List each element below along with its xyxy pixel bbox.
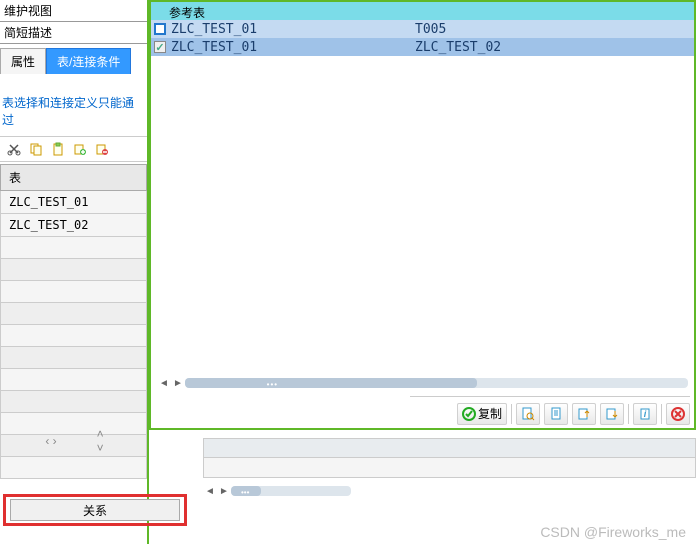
info-button[interactable]: i [633, 403, 657, 425]
info-text: 表选择和连接定义只能通过 [2, 94, 143, 128]
scrollbar-track[interactable]: ••• [231, 486, 351, 496]
cut-button[interactable] [4, 139, 24, 159]
checkbox-checked-icon: ✓ [154, 41, 166, 53]
dialog-horizontal-scrollbar[interactable]: ◄ ► ••• [157, 376, 688, 390]
scroll-left-icon[interactable]: ‹ › [45, 434, 56, 448]
sort-asc-button[interactable] [572, 403, 596, 425]
delete-row-icon [95, 142, 109, 156]
empty-row [0, 281, 147, 303]
scroll-up-down-icon[interactable]: ˄˅ [97, 427, 104, 455]
scrollbar-thumb[interactable]: ••• [231, 486, 261, 496]
sort-desc-icon [605, 407, 619, 421]
watermark: CSDN @Fireworks_me [540, 524, 686, 540]
scroll-left-icon[interactable]: ◄ [157, 376, 171, 390]
cancel-button[interactable] [666, 403, 690, 425]
reference-table-dialog: 参考表 ZLC_TEST_01 T005 ✓ ZLC_TEST_01 ZLC_T… [149, 0, 696, 430]
short-description-label: 简短描述 [0, 22, 147, 44]
dialog-toolbar: 复制 i [410, 396, 690, 426]
delete-button[interactable] [92, 139, 112, 159]
ref-cell-target: ZLC_TEST_02 [413, 40, 657, 55]
empty-row [0, 325, 147, 347]
scrollbar-track[interactable]: ••• [185, 378, 688, 388]
find-button[interactable] [516, 403, 540, 425]
info-icon: i [638, 407, 652, 421]
filter-button[interactable] [544, 403, 568, 425]
tab-bar: 属性 表/连接条件 [0, 48, 147, 74]
copy-action-button[interactable]: 复制 [457, 403, 507, 425]
checkbox-unchecked-icon [154, 23, 166, 35]
empty-row [0, 237, 147, 259]
ref-cell-target: T005 [413, 22, 657, 37]
bottom-detail-panel: ◄ ► ••• [203, 438, 696, 518]
table-list-header: 表 [0, 164, 147, 191]
reference-table-header: 参考表 [151, 2, 694, 20]
table-row[interactable]: ZLC_TEST_01 [0, 191, 147, 214]
maintenance-view-label: 维护视图 [0, 0, 147, 22]
insert-row-icon [73, 142, 87, 156]
check-circle-icon [462, 407, 476, 421]
reference-row[interactable]: ✓ ZLC_TEST_01 ZLC_TEST_02 [151, 38, 694, 56]
reference-row[interactable]: ZLC_TEST_01 T005 [151, 20, 694, 38]
sort-asc-icon [577, 407, 591, 421]
table-list: 表 ZLC_TEST_01 ZLC_TEST_02 [0, 164, 147, 479]
ref-cell-source: ZLC_TEST_01 [169, 40, 413, 55]
empty-row [0, 347, 147, 369]
ref-cell-source: ZLC_TEST_01 [169, 22, 413, 37]
relation-highlight-box: 关系 [3, 494, 187, 526]
scissors-icon [7, 142, 21, 156]
empty-row [0, 303, 147, 325]
cancel-icon [671, 407, 685, 421]
list-scroll-indicator: ‹ › ˄˅ [0, 433, 149, 449]
scroll-right-icon[interactable]: ► [217, 484, 231, 498]
row-checkbox[interactable]: ✓ [151, 41, 169, 53]
row-checkbox[interactable] [151, 23, 169, 35]
scroll-left-icon[interactable]: ◄ [203, 484, 217, 498]
table-row[interactable]: ZLC_TEST_02 [0, 214, 147, 237]
paste-icon [51, 142, 65, 156]
sort-desc-button[interactable] [600, 403, 624, 425]
empty-row [0, 259, 147, 281]
document-search-icon [521, 407, 535, 421]
copy-button[interactable] [26, 139, 46, 159]
empty-row [0, 391, 147, 413]
document-icon [549, 407, 563, 421]
tab-attributes[interactable]: 属性 [0, 48, 46, 74]
scroll-right-icon[interactable]: ► [171, 376, 185, 390]
tab-table-join[interactable]: 表/连接条件 [46, 48, 131, 74]
detail-horizontal-scrollbar[interactable]: ◄ ► ••• [203, 484, 696, 498]
copy-icon [29, 142, 43, 156]
detail-row [203, 458, 696, 478]
insert-button[interactable] [70, 139, 90, 159]
paste-button[interactable] [48, 139, 68, 159]
relation-button[interactable]: 关系 [10, 499, 180, 521]
empty-row [0, 413, 147, 435]
left-toolbar [0, 136, 147, 162]
empty-row [0, 369, 147, 391]
detail-row [203, 438, 696, 458]
scrollbar-thumb[interactable]: ••• [185, 378, 477, 388]
left-panel: 维护视图 简短描述 属性 表/连接条件 表选择和连接定义只能通过 表 ZLC_T… [0, 0, 149, 544]
empty-row [0, 457, 147, 479]
